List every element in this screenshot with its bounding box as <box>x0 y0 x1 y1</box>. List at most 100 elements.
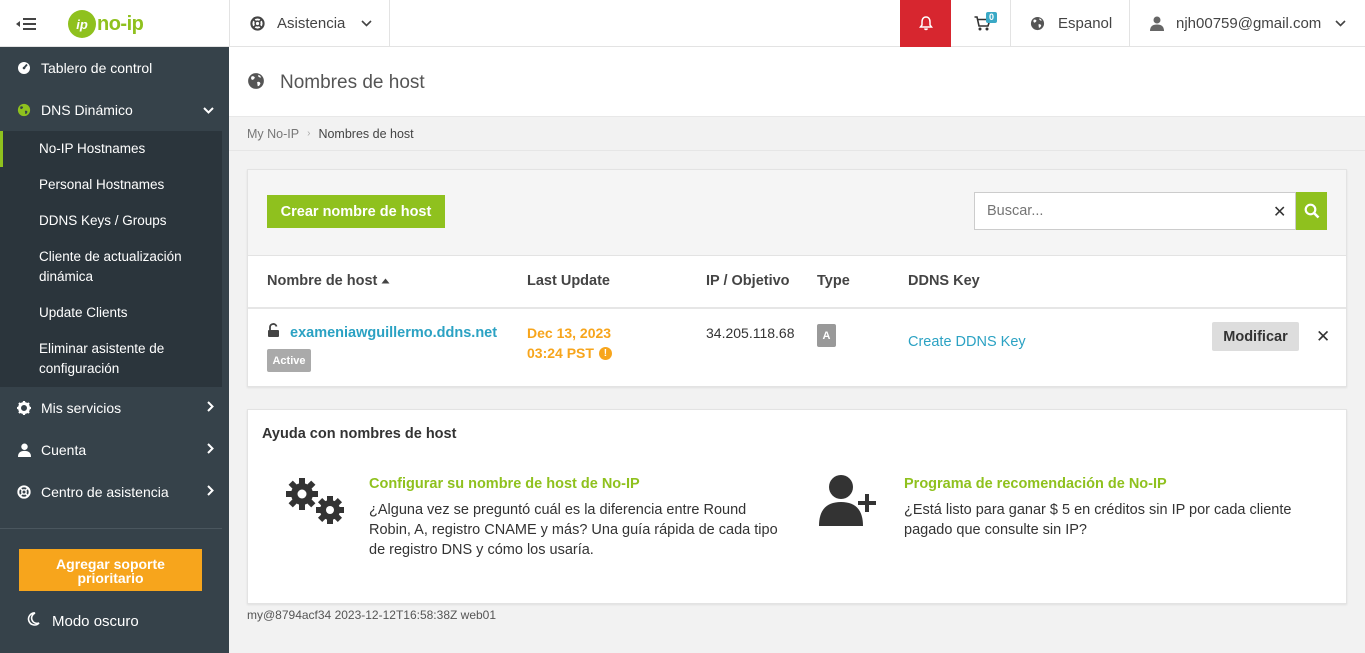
breadcrumb: My No-IP › Nombres de host <box>229 117 1365 151</box>
column-header-ddns-key[interactable]: DDNS Key <box>908 273 980 289</box>
unlock-icon <box>268 323 279 337</box>
help-title: Ayuda con nombres de host <box>262 426 457 442</box>
chevron-right-icon <box>207 485 214 499</box>
page-title: Nombres de host <box>280 72 425 93</box>
ip-value: 34.205.118.68 <box>706 325 795 341</box>
sidebar-subitem-label: dinámica <box>39 269 94 284</box>
breadcrumb-root-link[interactable]: My No-IP <box>247 127 299 141</box>
last-update-time-text: 03:24 PST <box>527 345 594 361</box>
globe-icon <box>17 103 31 117</box>
moon-icon <box>27 612 40 630</box>
sidebar-item-label: Cuenta <box>41 442 87 458</box>
help-card: Ayuda con nombres de host Configurar su … <box>247 409 1347 604</box>
create-hostname-button[interactable]: Crear nombre de host <box>267 195 445 228</box>
column-header-type[interactable]: Type <box>817 273 850 289</box>
record-type-badge: A <box>817 324 836 347</box>
globe-icon <box>248 73 264 89</box>
logo-text: no-ip <box>97 12 144 35</box>
column-header-hostname[interactable]: Nombre de host <box>267 273 390 289</box>
delete-icon[interactable]: ✕ <box>1316 327 1330 347</box>
user-icon <box>1150 16 1164 31</box>
sidebar-subitem-label: No-IP Hostnames <box>39 141 146 156</box>
bell-icon <box>918 16 933 31</box>
menu-collapse-icon <box>16 17 36 30</box>
column-header-ip[interactable]: IP / Objetivo <box>706 273 790 289</box>
user-icon <box>17 443 31 457</box>
clear-search-icon[interactable]: ✕ <box>1273 202 1286 222</box>
help-configure-text: ¿Alguna vez se preguntó cuál es la difer… <box>369 502 778 558</box>
sidebar-subitem-dynamic-update-client[interactable]: Cliente de actualización dinámica <box>0 247 222 287</box>
cart-count-badge: 0 <box>985 12 997 23</box>
sidebar-subitem-label: Update Clients <box>39 305 128 320</box>
column-header-last-update[interactable]: Last Update <box>527 273 610 289</box>
sidebar-item-support-center[interactable]: Centro de asistencia <box>0 471 229 513</box>
sidebar-subitem-ddns-keys[interactable]: DDNS Keys / Groups <box>0 211 222 231</box>
hostname-link[interactable]: exameniawguillermo.ddns.net <box>290 325 497 341</box>
lifebuoy-icon <box>17 485 31 499</box>
sidebar: Tablero de control DNS Dinámico No-IP Ho… <box>0 47 229 653</box>
help-menu[interactable]: Asistencia <box>250 0 372 47</box>
add-priority-support-button[interactable]: Agregar soporte prioritario <box>19 549 202 591</box>
notifications-button[interactable] <box>900 0 951 47</box>
globe-icon <box>1030 16 1045 31</box>
help-referral-link[interactable]: Programa de recomendación de No-IP <box>904 476 1167 492</box>
language-label: Espanol <box>1058 15 1113 32</box>
sidebar-item-dashboard[interactable]: Tablero de control <box>0 47 229 89</box>
sidebar-item-account[interactable]: Cuenta <box>0 429 229 471</box>
gears-icon <box>286 478 344 524</box>
create-ddns-key-link[interactable]: Create DDNS Key <box>908 334 1026 350</box>
last-update-date: Dec 13, 2023 <box>527 325 612 341</box>
chevron-right-icon <box>207 401 214 415</box>
chevron-down-icon <box>361 18 372 30</box>
dashboard-icon <box>17 61 31 75</box>
dark-mode-label: Modo oscuro <box>52 612 139 630</box>
sidebar-subitem-label: DDNS Keys / Groups <box>39 213 167 228</box>
hostnames-card: Crear nombre de host ✕ Nombre de host La… <box>247 169 1347 387</box>
sidebar-item-dynamic-dns[interactable]: DNS Dinámico <box>0 89 229 131</box>
sidebar-item-label: Centro de asistencia <box>41 484 169 500</box>
cta-label: Agregar soporte <box>56 556 165 572</box>
noip-logo[interactable]: ip no-ip <box>68 9 144 39</box>
sidebar-subitem-label: configuración <box>39 361 120 376</box>
search-button[interactable] <box>1296 192 1327 230</box>
gear-icon <box>17 401 31 415</box>
chevron-right-icon: › <box>307 128 311 139</box>
search-input[interactable] <box>975 193 1265 229</box>
help-menu-label: Asistencia <box>277 15 346 32</box>
search-box: ✕ <box>974 192 1296 230</box>
cart-button[interactable]: 0 <box>962 0 1002 47</box>
dark-mode-toggle[interactable]: Modo oscuro <box>27 612 139 630</box>
sidebar-item-label: DNS Dinámico <box>41 102 133 118</box>
logo-ball-icon: ip <box>68 10 96 38</box>
status-badge: Active <box>267 349 311 372</box>
divider <box>1010 0 1011 47</box>
language-selector[interactable]: Espanol <box>1030 0 1112 47</box>
user-menu[interactable]: njh00759@gmail.com <box>1150 0 1346 47</box>
sort-asc-icon <box>381 278 390 284</box>
build-info: my@8794acf34 2023-12-12T16:58:38Z web01 <box>247 608 497 622</box>
warning-icon[interactable]: ! <box>598 346 612 360</box>
sidebar-item-label: Tablero de control <box>41 60 153 76</box>
sidebar-subitem-update-clients[interactable]: Update Clients <box>0 303 222 323</box>
sidebar-item-my-services[interactable]: Mis servicios <box>0 387 229 429</box>
sidebar-subitem-personal-hostnames[interactable]: Personal Hostnames <box>0 175 222 195</box>
search-icon <box>1304 203 1319 219</box>
sidebar-subitem-label: Eliminar asistente de <box>39 341 165 356</box>
sidebar-subitem-remove-setup-wizard[interactable]: Eliminar asistente de configuración <box>0 339 222 379</box>
sidebar-subitem-noip-hostnames[interactable]: No-IP Hostnames <box>0 131 222 167</box>
help-configure-link[interactable]: Configurar su nombre de host de No-IP <box>369 476 640 492</box>
sidebar-subitem-label: Personal Hostnames <box>39 177 165 192</box>
divider <box>229 0 230 47</box>
sidebar-toggle-button[interactable] <box>0 0 52 47</box>
divider <box>1129 0 1130 47</box>
divider <box>389 0 390 47</box>
breadcrumb-current: Nombres de host <box>318 126 414 141</box>
sidebar-item-label: Mis servicios <box>41 400 122 416</box>
modify-button[interactable]: Modificar <box>1212 322 1299 351</box>
chevron-down-icon <box>203 103 214 117</box>
lifebuoy-icon <box>250 16 265 31</box>
top-bar: ip no-ip Asistencia 0 Espanol njh00759@g… <box>0 0 1365 47</box>
chevron-down-icon <box>1335 18 1346 30</box>
dynamic-dns-submenu: No-IP Hostnames Personal Hostnames DDNS … <box>0 131 222 387</box>
column-header-label: Nombre de host <box>267 273 378 289</box>
